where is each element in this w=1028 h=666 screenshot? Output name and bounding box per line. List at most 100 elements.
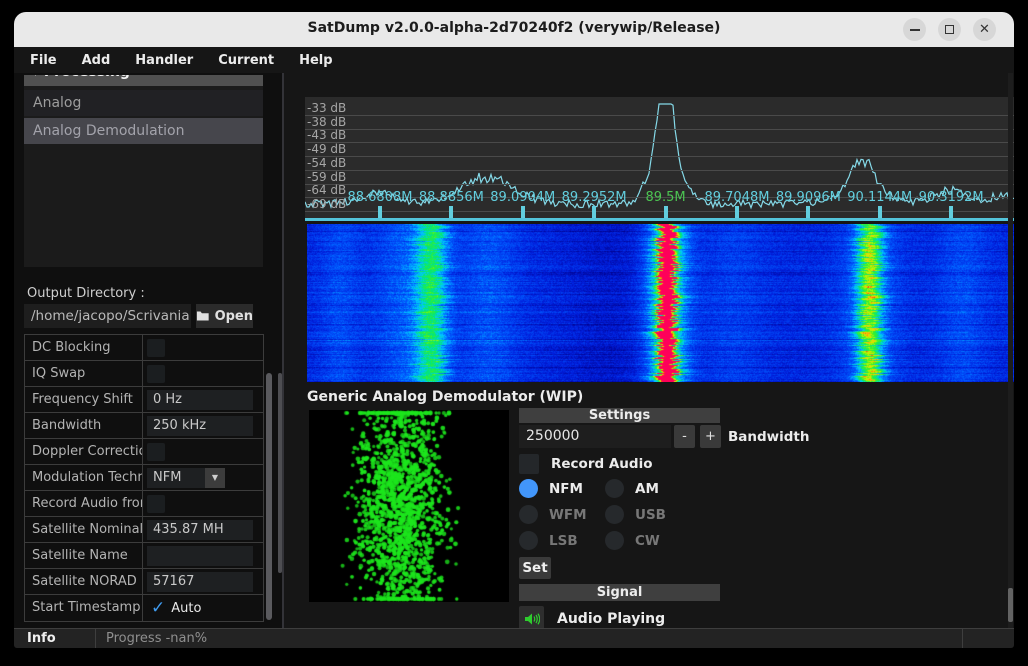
fft-freq-label: 88.6808M [347, 190, 412, 205]
bandwidth-increment-button[interactable]: + [700, 425, 721, 448]
fft-freq-tick [378, 206, 382, 218]
app-window: SatDump v2.0.0-alpha-2d70240f2 (verywip/… [14, 12, 1014, 648]
table-row-doppler-correction: Doppler Correction [25, 439, 263, 465]
fft-freq-label: 90.3192M [919, 190, 984, 205]
table-row-iq-swap: IQ Swap [25, 361, 263, 387]
window-title: SatDump v2.0.0-alpha-2d70240f2 (verywip/… [14, 20, 1014, 36]
fft-freq-label: 88.8856M [419, 190, 484, 205]
table-row-start-timestamp: Start Timestamp ✓ Auto [25, 595, 263, 621]
fft-freq-tick [735, 206, 739, 218]
close-icon: ✕ [979, 23, 990, 36]
am-radio[interactable] [605, 479, 624, 498]
satellite-name-input[interactable] [147, 546, 253, 566]
speaker-icon [524, 612, 540, 626]
tree-item-analog-demodulation[interactable]: Analog Demodulation [24, 118, 263, 144]
check-icon[interactable]: ✓ [151, 598, 165, 618]
nfm-radio[interactable] [519, 479, 538, 498]
fft-gridline [305, 170, 1014, 171]
doppler-correction-checkbox[interactable] [147, 443, 165, 461]
menu-file[interactable]: File [27, 51, 60, 70]
tree-item-analog[interactable]: Analog [24, 90, 263, 116]
demod-bandwidth-input[interactable]: 250000 [519, 425, 671, 448]
maximize-icon [945, 25, 954, 34]
main-scrollbar-track[interactable] [1008, 73, 1013, 628]
chevron-down-icon: ▼ [205, 468, 225, 488]
wfm-radio[interactable] [519, 505, 538, 524]
usb-label: USB [635, 507, 675, 523]
fft-freq-tick [664, 206, 668, 218]
constellation-display [309, 410, 509, 602]
content-area: ▾ Processing Analog Analog Demodulation … [14, 73, 1014, 628]
sidebar-scrollbar[interactable] [278, 373, 282, 573]
status-info-label: Info [27, 631, 56, 646]
iq-swap-checkbox[interactable] [147, 365, 165, 383]
waterfall-display[interactable] [307, 224, 1014, 382]
status-progress: Progress -nan% [106, 631, 207, 646]
table-row-record-audio: Record Audio from [25, 491, 263, 517]
set-button[interactable]: Set [519, 557, 551, 579]
bandwidth-decrement-button[interactable]: - [674, 425, 695, 448]
fft-freq-tick [878, 206, 882, 218]
menubar: File Add Handler Current Help [14, 47, 1014, 73]
fft-display[interactable]: -33 dB-38 dB-43 dB-49 dB-54 dB-59 dB-64 … [305, 97, 1014, 221]
settings-header: Settings [519, 408, 720, 423]
fft-gridline [305, 115, 1014, 116]
minimize-icon [910, 29, 920, 31]
bandwidth-input[interactable]: 250 kHz [147, 416, 253, 436]
fft-gridline [305, 184, 1014, 185]
fft-freq-tick [949, 206, 953, 218]
usb-radio[interactable] [605, 505, 624, 524]
menu-current[interactable]: Current [215, 51, 277, 70]
record-audio-from-checkbox[interactable] [147, 495, 165, 513]
audio-status-label: Audio Playing [557, 611, 665, 627]
demodulator-title: Generic Analog Demodulator (WIP) [307, 389, 583, 405]
table-row-dc-blocking: DC Blocking [25, 335, 263, 361]
maximize-button[interactable] [938, 18, 961, 41]
tree-node-processing[interactable]: ▾ Processing [24, 75, 263, 86]
fft-freq-label: 89.7048M [704, 190, 769, 205]
cw-radio[interactable] [605, 531, 624, 550]
fft-db-label: -54 dB [307, 156, 346, 170]
menu-handler[interactable]: Handler [132, 51, 196, 70]
table-row-satellite-nominal-freq: Satellite Nominal F 435.87 MH [25, 517, 263, 543]
modulation-combo[interactable]: NFM ▼ [147, 468, 225, 488]
status-divider-2 [962, 629, 963, 648]
table-row-satellite-norad: Satellite NORAD Nu 57167 [25, 569, 263, 595]
satellite-norad-input[interactable]: 57167 [147, 572, 253, 592]
titlebar[interactable]: SatDump v2.0.0-alpha-2d70240f2 (verywip/… [14, 12, 1014, 47]
open-button-label: Open [215, 309, 253, 324]
menu-help[interactable]: Help [296, 51, 335, 70]
nfm-label: NFM [549, 481, 589, 497]
fft-baseline [305, 218, 1014, 221]
fft-freq-label: 90.1144M [847, 190, 912, 205]
main-panel: -33 dB-38 dB-43 dB-49 dB-54 dB-59 dB-64 … [284, 73, 1014, 628]
dc-blocking-checkbox[interactable] [147, 339, 165, 357]
fft-db-label: -64 dB [307, 183, 346, 197]
mode-row-1: NFM AM [519, 479, 675, 498]
mode-row-2: WFM USB [519, 505, 675, 524]
output-directory-input[interactable]: /home/jacopo/Scrivania [24, 304, 191, 328]
fft-freq-tick [592, 206, 596, 218]
frequency-shift-input[interactable]: 0 Hz [147, 390, 253, 410]
fft-gridline [305, 156, 1014, 157]
lsb-radio[interactable] [519, 531, 538, 550]
fft-freq-label: 89.0904M [490, 190, 555, 205]
fft-freq-tick [806, 206, 810, 218]
record-audio-checkbox[interactable] [519, 454, 539, 474]
tree-header-clip: ▾ Processing [24, 75, 263, 88]
table-row-frequency-shift: Frequency Shift 0 Hz [25, 387, 263, 413]
sidebar: ▾ Processing Analog Analog Demodulation … [14, 73, 282, 628]
main-scrollbar-thumb[interactable] [1008, 588, 1013, 622]
close-button[interactable]: ✕ [973, 18, 996, 41]
fft-freq-tick [449, 206, 453, 218]
open-directory-button[interactable]: Open [196, 304, 253, 328]
fft-gridline [305, 142, 1014, 143]
record-audio-label: Record Audio [551, 456, 652, 472]
handler-tree: ▾ Processing Analog Analog Demodulation [24, 75, 263, 267]
status-divider [95, 629, 96, 648]
satellite-nominal-freq-input[interactable]: 435.87 MH [147, 520, 253, 540]
minimize-button[interactable] [903, 18, 926, 41]
table-scrollbar[interactable] [266, 373, 272, 620]
menu-add[interactable]: Add [79, 51, 114, 70]
output-directory-label: Output Directory : [27, 286, 145, 301]
